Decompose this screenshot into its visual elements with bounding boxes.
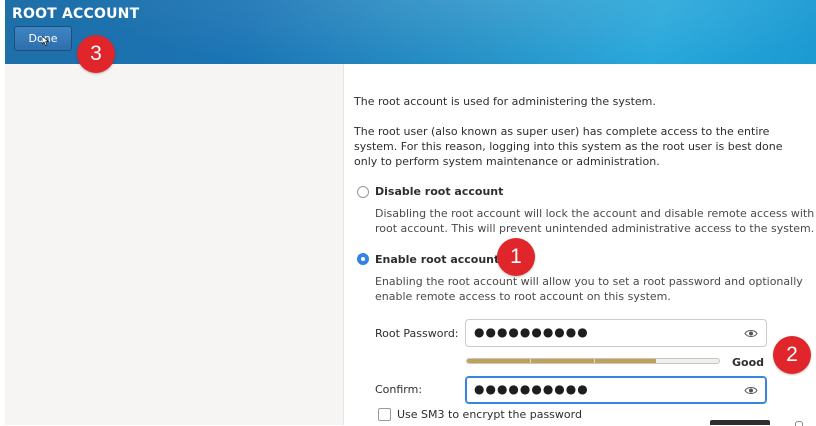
enable-root-description: Enabling the root account will allow you… xyxy=(375,275,803,303)
strength-segment-divider xyxy=(594,359,595,363)
eye-icon[interactable] xyxy=(744,386,758,395)
confirm-password-field[interactable]: ●●●●●●●●●● xyxy=(465,376,767,404)
cutoff-icon-edge xyxy=(795,421,803,426)
annotation-badge-3: 3 xyxy=(77,35,115,73)
password-strength-label: Good xyxy=(732,356,765,369)
eye-icon[interactable] xyxy=(744,329,758,338)
page-title: ROOT ACCOUNT xyxy=(12,6,140,22)
password-strength-bar xyxy=(466,358,720,364)
mouse-cursor-icon xyxy=(42,36,50,46)
confirm-password-value: ●●●●●●●●●● xyxy=(474,382,589,396)
header-bar: ROOT ACCOUNT Done xyxy=(5,0,816,64)
strength-segment-divider xyxy=(530,359,531,363)
cutoff-button-edge xyxy=(710,420,770,425)
disable-root-radio[interactable] xyxy=(357,186,369,198)
sm3-label[interactable]: Use SM3 to encrypt the password xyxy=(397,408,582,421)
confirm-label: Confirm: xyxy=(375,383,423,396)
root-password-value: ●●●●●●●●●● xyxy=(474,325,589,339)
intro-text-2: The root user (also known as super user)… xyxy=(354,125,783,168)
intro-text-1: The root account is used for administeri… xyxy=(354,95,656,108)
annotation-badge-1: 1 xyxy=(497,238,535,276)
left-pane xyxy=(5,64,344,425)
disable-root-label[interactable]: Disable root account xyxy=(375,185,503,198)
annotation-badge-2: 2 xyxy=(773,336,811,374)
root-password-label: Root Password: xyxy=(375,327,459,340)
root-password-field[interactable]: ●●●●●●●●●● xyxy=(465,319,767,347)
enable-root-label[interactable]: Enable root account xyxy=(375,253,499,266)
disable-root-description: Disabling the root account will lock the… xyxy=(375,207,815,235)
password-strength-fill xyxy=(467,359,656,363)
enable-root-radio[interactable] xyxy=(357,253,369,265)
sm3-checkbox[interactable] xyxy=(378,408,391,421)
